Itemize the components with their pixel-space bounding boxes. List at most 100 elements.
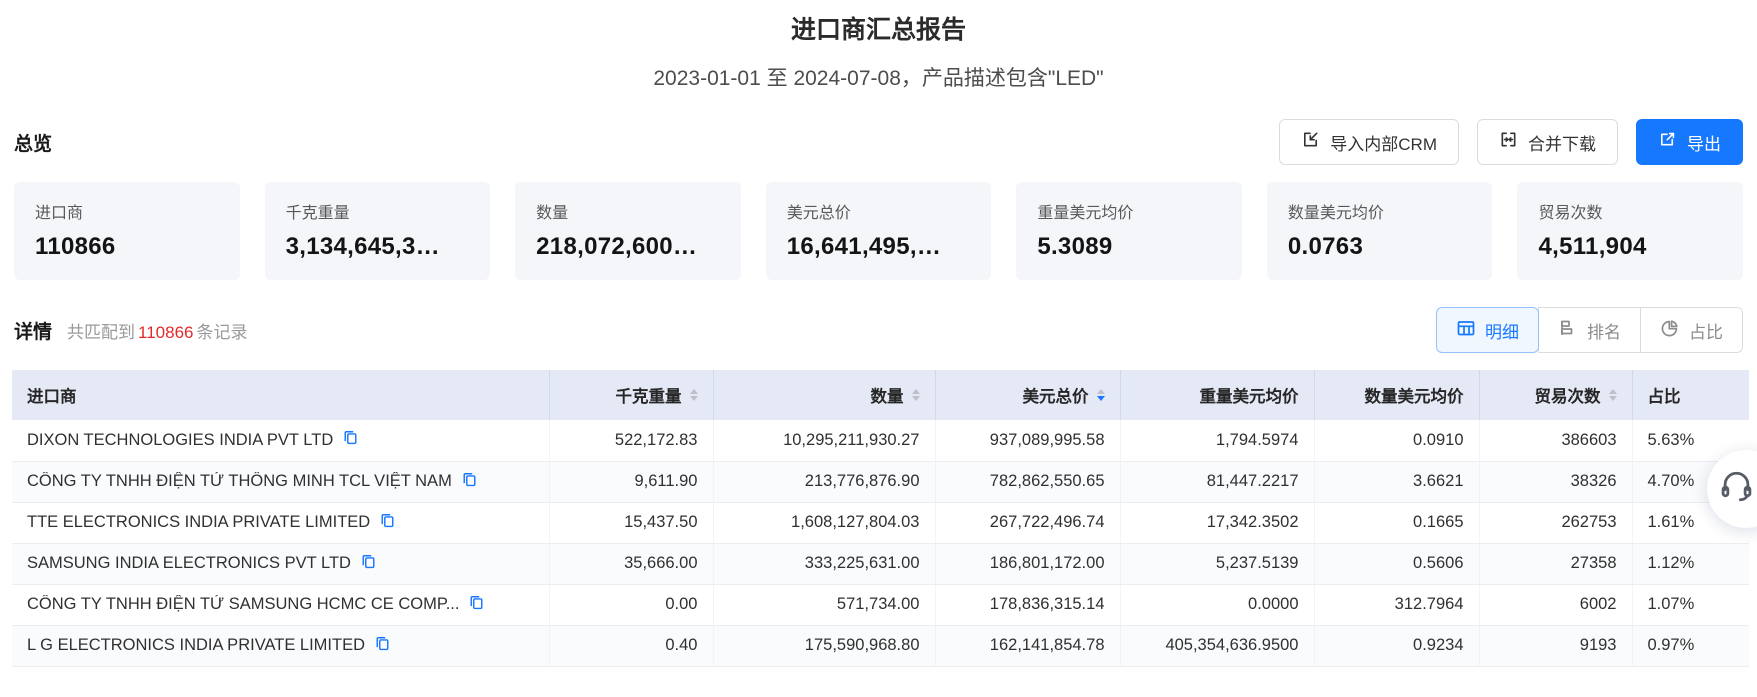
cell-importer: L G ELECTRONICS INDIA PRIVATE LIMITED: [12, 625, 550, 667]
importers-table-wrap: 进口商 千克重量 数量 美元总价 重量美元均价 数量美元均价 贸易次数 占比 DIXON TE…: [12, 370, 1749, 667]
importer-name: CÔNG TY TNHH ĐIỆN TỬ SAMSUNG HCMC CE COM…: [27, 595, 460, 613]
view-tabs: 明细 排名 占比: [1436, 307, 1743, 353]
stat-label: 贸易次数: [1538, 205, 1603, 222]
stat-value: 0.0763: [1287, 233, 1364, 260]
copy-icon[interactable]: [468, 594, 485, 616]
stat-label: 美元总价: [786, 205, 851, 222]
cell-weight-usd-avg: 405,354,636.9500: [1120, 625, 1315, 667]
tab-detail[interactable]: 明细: [1436, 307, 1539, 353]
stat-card-qty-usd-avg: 数量美元均价 0.0763: [1266, 182, 1493, 280]
stat-label: 千克重量: [285, 205, 350, 222]
sort-carets-icon[interactable]: [911, 389, 920, 401]
cell-weight-usd-avg: 5,237.5139: [1120, 543, 1315, 585]
column-header-trade-count[interactable]: 贸易次数: [1479, 370, 1633, 420]
cell-weight-usd-avg: 0.0000: [1120, 584, 1315, 626]
cell-qty-usd-avg: 0.0910: [1314, 420, 1480, 462]
merge-download-label: 合并下载: [1528, 134, 1596, 154]
sort-carets-icon[interactable]: [689, 389, 698, 401]
cell-kg-weight: 0.00: [549, 584, 714, 626]
export-label: 导出: [1687, 134, 1721, 154]
table-row: DIXON TECHNOLOGIES INDIA PVT LTD 522,172.…: [12, 420, 1749, 462]
page-title: 进口商汇总报告: [790, 16, 966, 44]
match-summary: 共匹配到 110866 条记录: [67, 322, 248, 342]
merge-icon: [1499, 130, 1518, 154]
table-icon: [1456, 318, 1476, 343]
column-header-quantity[interactable]: 数量: [713, 370, 936, 420]
match-count: 110866: [138, 322, 194, 342]
stat-label: 数量美元均价: [1287, 205, 1384, 222]
importers-table: 进口商 千克重量 数量 美元总价 重量美元均价 数量美元均价 贸易次数 占比 DIXON TE…: [12, 370, 1749, 667]
cell-kg-weight: 522,172.83: [549, 420, 714, 462]
export-button[interactable]: 导出: [1636, 119, 1743, 165]
cell-kg-weight: 0.40: [549, 625, 714, 667]
stat-value: 218,072,600…: [536, 233, 698, 260]
importer-name: TTE ELECTRONICS INDIA PRIVATE LIMITED: [27, 513, 371, 531]
column-label: 占比: [1647, 388, 1681, 406]
stat-card-usd-total: 美元总价 16,641,495,…: [765, 182, 992, 280]
tab-label: 排名: [1587, 322, 1621, 342]
overview-bar: 总览 导入内部CRM 合并下载 导出: [0, 119, 1757, 165]
stat-label: 重量美元均价: [1037, 205, 1134, 222]
sort-carets-icon[interactable]: [1608, 389, 1617, 401]
column-header-weight-usd-avg: 重量美元均价: [1120, 370, 1315, 420]
table-row: TTE ELECTRONICS INDIA PRIVATE LIMITED 15,…: [12, 502, 1749, 544]
cell-importer: DIXON TECHNOLOGIES INDIA PVT LTD: [12, 420, 550, 462]
stat-card-trade-count: 贸易次数 4,511,904: [1517, 182, 1744, 280]
column-label: 重量美元均价: [1199, 388, 1299, 406]
ranking-icon: [1558, 318, 1578, 343]
stat-value: 3,134,645,3…: [285, 233, 440, 260]
stat-card-kg-weight: 千克重量 3,134,645,3…: [264, 182, 491, 280]
importer-name: L G ELECTRONICS INDIA PRIVATE LIMITED: [27, 636, 366, 654]
copy-icon[interactable]: [461, 471, 478, 493]
tab-share[interactable]: 占比: [1640, 307, 1743, 353]
cell-usd-total: 937,089,995.58: [935, 420, 1121, 462]
cell-usd-total: 178,836,315.14: [935, 584, 1121, 626]
report-subtitle: 2023-01-01 至 2024-07-08，产品描述包含"LED": [653, 67, 1104, 90]
table-header-row: 进口商 千克重量 数量 美元总价 重量美元均价 数量美元均价 贸易次数 占比: [12, 370, 1749, 420]
column-header-usd-total[interactable]: 美元总价: [935, 370, 1121, 420]
cell-quantity: 175,590,968.80: [713, 625, 936, 667]
cell-quantity: 1,608,127,804.03: [713, 502, 936, 544]
tab-label: 明细: [1485, 322, 1519, 342]
cell-usd-total: 162,141,854.78: [935, 625, 1121, 667]
cell-weight-usd-avg: 1,794.5974: [1120, 420, 1315, 462]
table-row: CÔNG TY TNHH ĐIỆN TỬ SAMSUNG HCMC CE COM…: [12, 584, 1749, 626]
toolbar-actions: 导入内部CRM 合并下载 导出: [1279, 119, 1743, 165]
cell-qty-usd-avg: 3.6621: [1314, 461, 1480, 503]
cell-share: 1.12%: [1632, 543, 1749, 585]
cell-trade-count: 386603: [1479, 420, 1633, 462]
table-row: SAMSUNG INDIA ELECTRONICS PVT LTD 35,666.…: [12, 543, 1749, 585]
copy-icon[interactable]: [342, 429, 359, 451]
copy-icon[interactable]: [360, 553, 377, 575]
column-header-qty-usd-avg: 数量美元均价: [1314, 370, 1480, 420]
importer-name: SAMSUNG INDIA ELECTRONICS PVT LTD: [27, 554, 351, 572]
column-header-kg-weight[interactable]: 千克重量: [549, 370, 714, 420]
import-crm-button[interactable]: 导入内部CRM: [1279, 119, 1459, 165]
stat-label: 进口商: [35, 205, 84, 222]
export-icon: [1658, 130, 1677, 154]
cell-kg-weight: 9,611.90: [549, 461, 714, 503]
copy-icon[interactable]: [374, 635, 391, 657]
cell-trade-count: 27358: [1479, 543, 1633, 585]
copy-icon[interactable]: [379, 512, 396, 534]
sort-carets-icon[interactable]: [1096, 389, 1105, 401]
import-crm-label: 导入内部CRM: [1330, 134, 1437, 154]
column-label: 进口商: [27, 388, 77, 406]
cell-usd-total: 782,862,550.65: [935, 461, 1121, 503]
stat-card-quantity: 数量 218,072,600…: [515, 182, 741, 280]
tab-ranking[interactable]: 排名: [1538, 307, 1641, 353]
column-label: 数量: [870, 388, 904, 406]
import-icon: [1301, 130, 1320, 154]
merge-download-button[interactable]: 合并下载: [1477, 119, 1618, 165]
cell-kg-weight: 15,437.50: [549, 502, 714, 544]
stat-cards: 进口商 110866 千克重量 3,134,645,3… 数量 218,072,…: [14, 182, 1744, 280]
cell-importer: TTE ELECTRONICS INDIA PRIVATE LIMITED: [12, 502, 550, 544]
overview-section-title: 总览: [14, 133, 53, 155]
cell-usd-total: 267,722,496.74: [935, 502, 1121, 544]
details-bar: 详情 共匹配到 110866 条记录 明细 排名 占比: [0, 307, 1757, 353]
cell-quantity: 333,225,631.00: [713, 543, 936, 585]
cell-trade-count: 6002: [1479, 584, 1633, 626]
stat-value: 110866: [35, 233, 116, 260]
cell-trade-count: 9193: [1479, 625, 1633, 667]
stat-value: 5.3089: [1037, 233, 1113, 260]
